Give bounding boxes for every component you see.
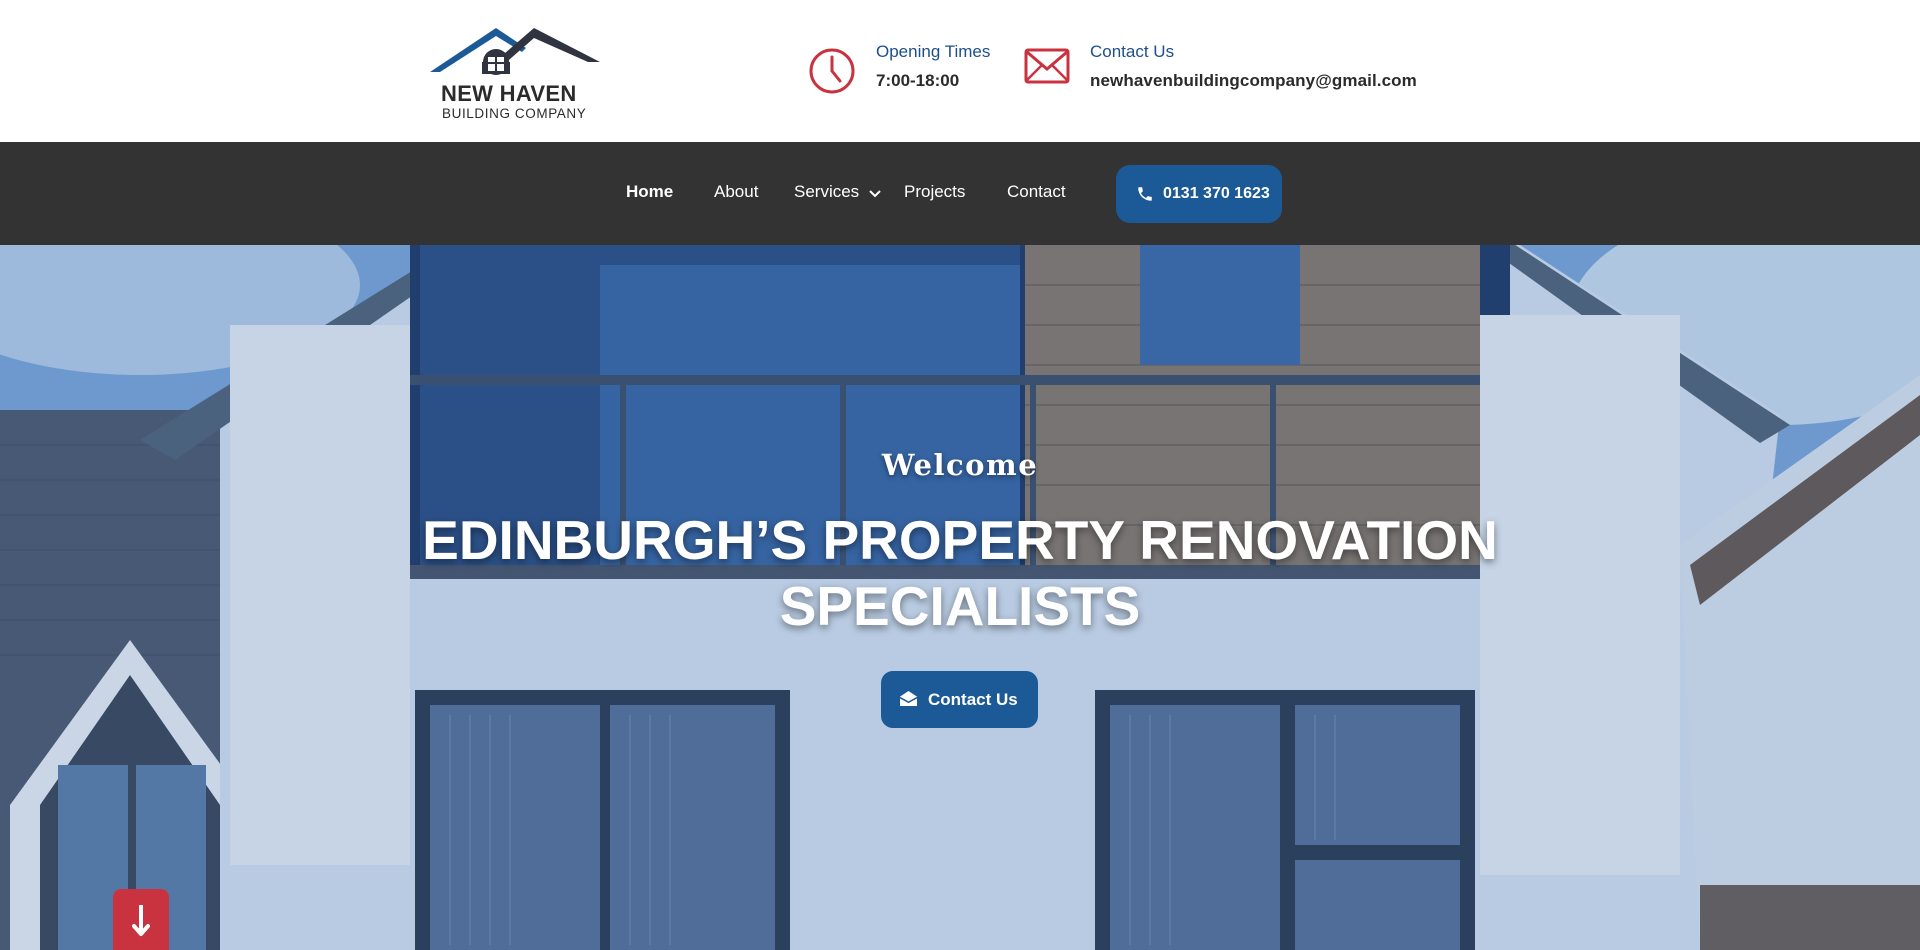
hero-contact-button[interactable]: Contact Us [881, 671, 1038, 728]
site-header: NEW HAVEN BUILDING COMPANY Opening Times… [0, 0, 1920, 142]
hero-headline-line1: EDINBURGH’S PROPERTY RENOVATION [422, 509, 1498, 571]
contact-email-link[interactable]: newhavenbuildingcompany@gmail.com [1090, 71, 1417, 91]
chevron-down-icon[interactable] [869, 186, 881, 204]
envelope-icon [1024, 47, 1070, 92]
nav-projects[interactable]: Projects [904, 182, 965, 202]
nav-home[interactable]: Home [626, 182, 673, 202]
hero-headline-line2: SPECIALISTS [779, 575, 1141, 637]
clock-icon [808, 47, 856, 100]
phone-number: 0131 370 1623 [1163, 185, 1270, 202]
scroll-down-button[interactable] [113, 889, 169, 950]
contact-label: Contact Us [1090, 42, 1175, 61]
hero-section: Welcome EDINBURGH’S PROPERTY RENOVATION … [0, 245, 1920, 950]
roof-logo-icon [430, 28, 600, 75]
phone-icon [1136, 185, 1154, 208]
brand-logo[interactable]: NEW HAVEN BUILDING COMPANY [430, 26, 602, 122]
opening-times-value: 7:00-18:00 [876, 71, 960, 90]
phone-button[interactable]: 0131 370 1623 [1116, 165, 1282, 223]
brand-tagline: BUILDING COMPANY [442, 106, 587, 121]
nav-services[interactable]: Services [794, 182, 859, 202]
nav-contact[interactable]: Contact [1007, 182, 1066, 202]
nav-about[interactable]: About [714, 182, 758, 202]
hero-headline: EDINBURGH’S PROPERTY RENOVATION SPECIALI… [0, 507, 1920, 639]
brand-name: NEW HAVEN [441, 81, 577, 106]
hero-contact-label: Contact Us [928, 690, 1018, 709]
hero-kicker: Welcome [881, 448, 1039, 482]
opening-times-label: Opening Times [876, 42, 991, 61]
main-navigation: Home About Services Projects Contact 013… [0, 142, 1920, 245]
envelope-open-icon [899, 690, 918, 712]
